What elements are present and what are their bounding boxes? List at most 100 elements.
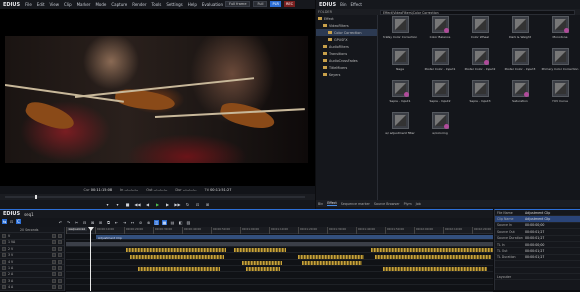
timeline-tool-icon[interactable]: ▤ (170, 220, 175, 225)
track-lock-icon[interactable] (52, 259, 56, 264)
effect-tile[interactable]: Color Balance (420, 16, 460, 45)
track-toggle-icon[interactable] (2, 240, 6, 245)
menu-settings[interactable]: Settings (166, 2, 182, 7)
timeline-tool-icon[interactable]: ⊠ (90, 220, 95, 225)
track-lock-icon[interactable] (52, 272, 56, 277)
mark-out-icon[interactable]: ▾ (115, 202, 121, 208)
timeline-tool-icon[interactable]: ⧉ (106, 220, 111, 225)
step-back-icon[interactable]: ◀ (145, 202, 151, 208)
track-toggle-icon[interactable] (2, 266, 6, 271)
timeline-tool-icon[interactable]: ↶ (58, 220, 63, 225)
timeline-tracks[interactable]: Adjustment Clip (66, 234, 493, 292)
tree-item-gpusfx[interactable]: GPUSFX (316, 36, 377, 43)
effect-tile[interactable]: Sepia - Input3 (460, 80, 500, 109)
adjustment-clip[interactable]: Adjustment Clip (96, 235, 493, 240)
timeline-tool-icon[interactable]: ✂ (74, 220, 79, 225)
audio-clip[interactable] (130, 254, 224, 259)
tab-source-browser[interactable]: Source Browser (374, 202, 400, 206)
timeline-tool-icon[interactable]: ↷ (66, 220, 71, 225)
property-row[interactable]: Layouter (495, 274, 580, 281)
timeline-tool-icon[interactable]: ▦ (162, 220, 167, 225)
fast-forward-icon[interactable]: ▶▶ (174, 202, 180, 208)
menu-edit[interactable]: Edit (37, 2, 45, 7)
plr-badge[interactable]: PLR (270, 1, 281, 7)
track-lane[interactable] (66, 285, 493, 292)
insert-icon[interactable]: ⊡ (195, 202, 201, 208)
track-toggle-icon[interactable] (2, 285, 6, 290)
video-clip[interactable] (66, 241, 493, 246)
track-mute-icon[interactable] (58, 272, 62, 277)
audio-clip[interactable] (126, 248, 226, 252)
effect-tile[interactable]: 3-Way Color Correction (380, 16, 420, 45)
track-toggle-icon[interactable] (2, 234, 6, 239)
effect-tile[interactable]: Dark & Weight (500, 16, 540, 45)
track-lock-icon[interactable] (52, 240, 56, 245)
track-toggle-icon[interactable] (2, 272, 6, 277)
menu-view[interactable]: View (50, 2, 60, 7)
track-lock-icon[interactable] (52, 278, 56, 283)
track-mute-icon[interactable] (58, 234, 62, 239)
audio-clip[interactable] (375, 254, 491, 259)
mode-a-button[interactable]: ⇆ (2, 219, 7, 224)
menu-clip[interactable]: Clip (64, 2, 72, 7)
menu-mode[interactable]: Mode (95, 2, 106, 7)
playhead-handle[interactable] (88, 227, 94, 231)
track-toggle-icon[interactable] (2, 246, 6, 251)
track-mute-icon[interactable] (58, 259, 62, 264)
scrub-head[interactable] (35, 195, 37, 199)
tree-item-keyers[interactable]: Keyers (316, 71, 377, 78)
frame-dropdown[interactable]: Full frame (225, 1, 251, 7)
track-lock-icon[interactable] (52, 234, 56, 239)
timeline-tool-icon[interactable]: ◧ (178, 220, 183, 225)
audio-clip[interactable] (246, 267, 280, 272)
timeline-tool-icon[interactable]: ◫ (154, 220, 159, 225)
playhead[interactable] (90, 227, 91, 291)
timeline-tool-icon[interactable]: ▨ (186, 220, 191, 225)
timeline-tool-icon[interactable]: ⇥ (122, 220, 127, 225)
timeline-tool-icon[interactable]: ⊗ (146, 220, 151, 225)
effect-tile[interactable]: Nega (380, 48, 420, 77)
effect-tile[interactable]: Poster Color - Input2 (460, 48, 500, 77)
track-lock-icon[interactable] (52, 246, 56, 251)
tab-plym[interactable]: Plym (404, 202, 412, 206)
zoom-dropdown[interactable]: Full (253, 1, 268, 7)
menu-file[interactable]: File (25, 2, 32, 7)
loop-icon[interactable]: ↻ (185, 202, 191, 208)
overwrite-icon[interactable]: ⊞ (205, 202, 211, 208)
timeline-tool-icon[interactable]: ⊘ (138, 220, 143, 225)
tab-sequence-marker[interactable]: Sequence marker (341, 202, 370, 206)
tree-item-effect[interactable]: Effect (316, 15, 377, 22)
timeline-tool-icon[interactable]: ↔ (130, 220, 135, 225)
timeline-ruler[interactable]: sequence1 00:00:00:00 00:00:10:00 00:00:20… (66, 227, 493, 234)
track-mute-icon[interactable] (58, 278, 62, 283)
effect-tile[interactable]: Sepia - Input1 (380, 80, 420, 109)
timeline-tool-icon[interactable]: ⊞ (98, 220, 103, 225)
effect-tile[interactable]: Sepia - Input2 (420, 80, 460, 109)
track-mute-icon[interactable] (58, 240, 62, 245)
audio-clip[interactable] (234, 248, 286, 252)
audio-clip[interactable] (138, 267, 220, 272)
track-mute-icon[interactable] (58, 285, 62, 290)
track-lock-icon[interactable] (52, 253, 56, 258)
track-toggle-icon[interactable] (2, 253, 6, 258)
effect-tile[interactable]: w/coloring (420, 112, 460, 141)
player-viewer[interactable] (0, 9, 315, 186)
rec-badge[interactable]: REC (283, 1, 296, 7)
audio-clip[interactable] (371, 248, 493, 252)
play-icon[interactable]: ▶ (155, 202, 161, 208)
effect-tile[interactable]: Saturation (500, 80, 540, 109)
track-toggle-icon[interactable] (2, 259, 6, 264)
menu-evaluation[interactable]: Evaluation (202, 2, 223, 7)
tree-item-audiocrossfades[interactable]: AudioCrossFades (316, 57, 377, 64)
effect-tile[interactable]: YUV Curve (540, 80, 580, 109)
step-forward-icon[interactable]: ▶ (165, 202, 171, 208)
mode-c-button[interactable]: C (16, 219, 21, 224)
mode-b-button[interactable]: ⊡ (9, 219, 14, 224)
mark-in-icon[interactable]: ▾ (105, 202, 111, 208)
effect-tile[interactable]: Color Wheel (460, 16, 500, 45)
stop-icon[interactable]: ■ (125, 202, 131, 208)
track-lock-icon[interactable] (52, 266, 56, 271)
menu-render[interactable]: Render (132, 2, 146, 7)
tab-effect[interactable]: Effect (327, 201, 337, 206)
track-mute-icon[interactable] (58, 246, 62, 251)
